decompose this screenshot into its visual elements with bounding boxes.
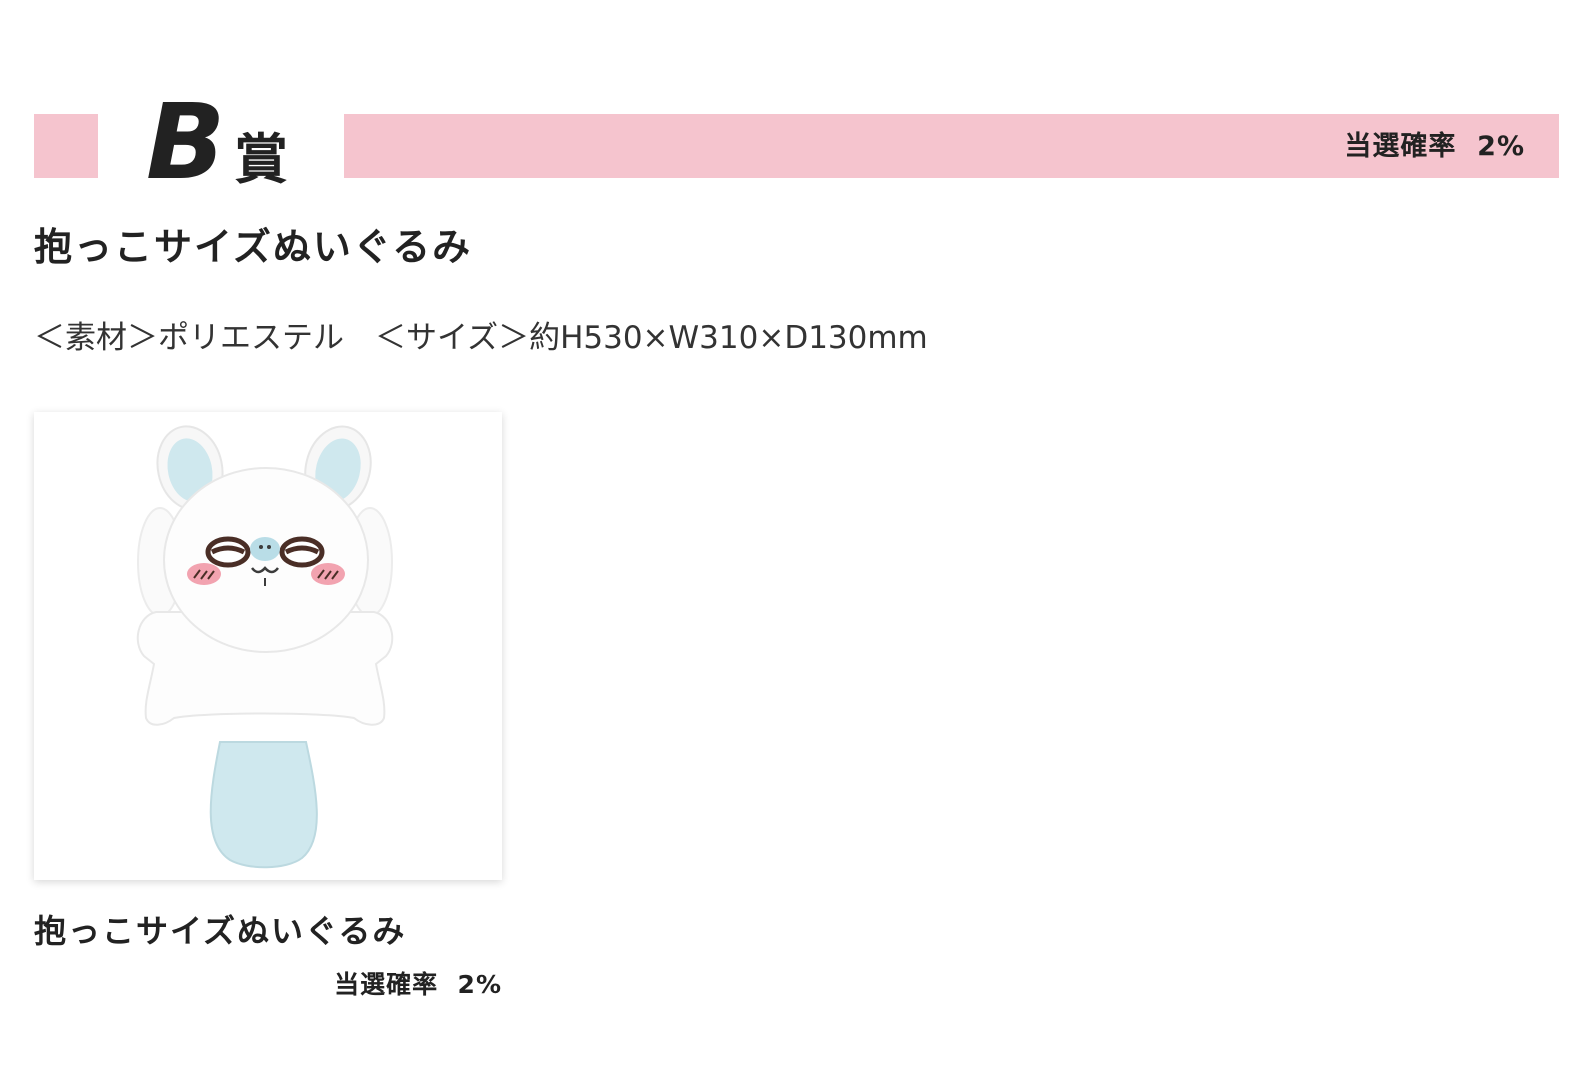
prize-header: B 賞 当選確率 2%: [34, 90, 1559, 196]
card-title[interactable]: 抱っこサイズぬいぐるみ: [34, 910, 502, 952]
plush-illustration: [136, 425, 394, 869]
prize-bar: 当選確率 2%: [344, 114, 1559, 178]
card-win-rate: 当選確率 2%: [334, 970, 502, 999]
tail-shape: [209, 741, 318, 869]
win-rate-label: 当選確率 2%: [1344, 131, 1525, 162]
prize-rank-suffix: 賞: [234, 128, 288, 191]
product-title: 抱っこサイズぬいぐるみ: [34, 225, 473, 269]
product-image[interactable]: [34, 412, 502, 880]
nostril-right: [267, 545, 271, 549]
accent-block: [34, 114, 98, 178]
prize-rank-letter: B: [146, 81, 226, 203]
product-spec: ＜素材＞ポリエステル ＜サイズ＞約H530×W310×D130mm: [34, 320, 928, 356]
nose-shape: [250, 537, 280, 561]
nostril-left: [259, 545, 263, 549]
product-card[interactable]: 抱っこサイズぬいぐるみ 当選確率 2%: [34, 412, 502, 1000]
